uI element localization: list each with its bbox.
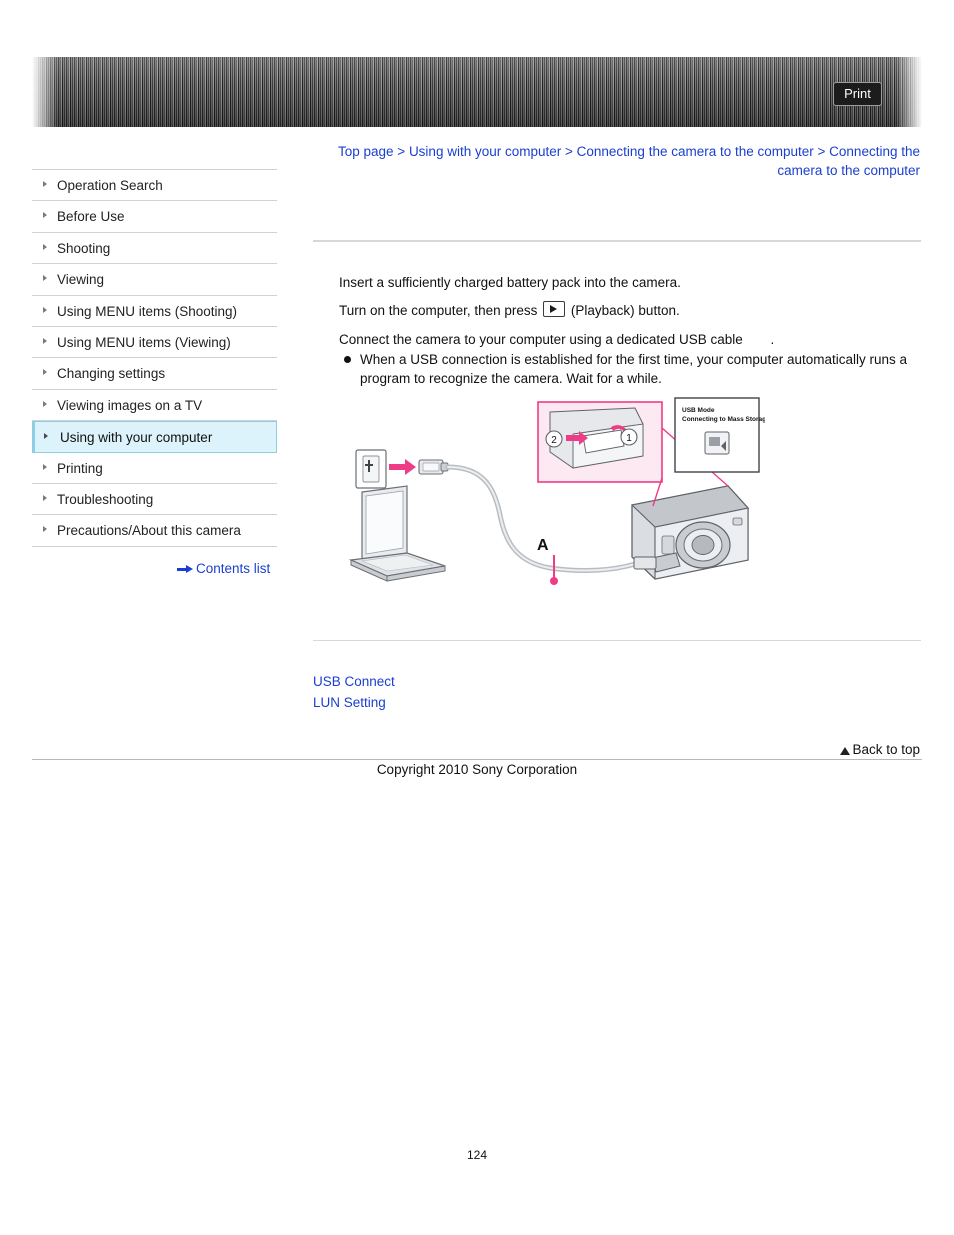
breadcrumb-separator: > xyxy=(393,144,409,159)
chevron-right-icon xyxy=(43,306,47,313)
breadcrumb-separator: > xyxy=(561,144,577,159)
sidebar-item-label: Troubleshooting xyxy=(57,491,154,507)
sidebar-item-label: Using MENU items (Shooting) xyxy=(57,303,238,319)
breadcrumb: Top page > Using with your computer > Co… xyxy=(330,142,920,180)
step-2: Turn on the computer, then press (Playba… xyxy=(339,301,919,320)
callout-a: A xyxy=(537,537,558,585)
chevron-right-icon xyxy=(43,243,47,250)
sidebar-item-viewing[interactable]: Viewing xyxy=(32,264,277,296)
footer-divider xyxy=(32,759,922,760)
sidebar-item-operation-search[interactable]: Operation Search xyxy=(32,170,277,202)
contents-list-label: Contents list xyxy=(196,561,271,576)
sidebar-item-label: Changing settings xyxy=(57,366,166,382)
step-3-text-end: . xyxy=(770,332,775,347)
sidebar-item-label: Viewing xyxy=(57,272,105,288)
step-2-text-after: (Playback) button. xyxy=(570,303,680,318)
sidebar-item-label: Printing xyxy=(57,460,103,476)
sidebar-item-label: Precautions/About this camera xyxy=(57,523,241,539)
banner-left-fade xyxy=(32,57,58,127)
sidebar: Operation Search Before Use Shooting Vie… xyxy=(32,169,277,547)
callout-1-label: 1 xyxy=(626,433,632,444)
triangle-up-icon xyxy=(840,747,851,755)
camera-illustration xyxy=(630,485,750,580)
chevron-right-icon xyxy=(43,212,47,219)
chevron-right-icon xyxy=(43,463,47,470)
sidebar-item-changing-settings[interactable]: Changing settings xyxy=(32,358,277,390)
sidebar-item-using-menu-items-shooting[interactable]: Using MENU items (Shooting) xyxy=(32,296,277,327)
svg-text:A: A xyxy=(537,537,549,554)
sidebar-item-viewing-images-on-a-tv[interactable]: Viewing images on a TV xyxy=(32,390,277,422)
usb-port-detail xyxy=(355,449,449,489)
sidebar-item-label: Viewing images on a TV xyxy=(57,397,203,413)
link-usb-connect[interactable]: USB Connect xyxy=(313,671,395,692)
playback-icon xyxy=(543,301,566,317)
arrow-right-icon xyxy=(177,564,193,574)
sidebar-item-before-use[interactable]: Before Use xyxy=(32,201,277,233)
chevron-right-icon xyxy=(43,181,47,187)
step-3: Connect the camera to your computer usin… xyxy=(339,330,919,388)
link-lun-setting[interactable]: LUN Setting xyxy=(313,692,395,713)
breadcrumb-item-using-with-your-computer[interactable]: Using with your computer xyxy=(409,144,561,159)
sidebar-item-label: Using with your computer xyxy=(60,430,213,446)
chevron-right-icon xyxy=(43,494,47,501)
chevron-right-icon xyxy=(43,275,47,282)
step-2-text-before: Turn on the computer, then press xyxy=(339,303,538,318)
step-3-text: Connect the camera to your computer usin… xyxy=(339,332,743,347)
chevron-right-icon xyxy=(43,369,47,376)
laptop-illustration xyxy=(348,485,446,582)
copyright-text: Copyright 2010 Sony Corporation xyxy=(376,762,578,777)
sidebar-item-printing[interactable]: Printing xyxy=(32,453,277,484)
back-to-top-link[interactable]: Back to top xyxy=(840,742,920,757)
related-links: USB Connect LUN Setting xyxy=(313,671,395,713)
connection-diagram: A 1 2 USB Mode Connecting to Mass Storag xyxy=(335,390,775,605)
bullet-dot-icon xyxy=(344,356,351,363)
usb-mode-title: USB Mode xyxy=(682,407,715,414)
header-banner: Print xyxy=(32,57,922,127)
content-top-divider xyxy=(313,240,921,242)
chevron-right-icon xyxy=(44,433,48,440)
sidebar-item-using-menu-items-viewing[interactable]: Using MENU items (Viewing) xyxy=(32,327,277,359)
sidebar-item-precautions-about-this-camera[interactable]: Precautions/About this camera xyxy=(32,515,277,547)
breadcrumb-separator: > xyxy=(813,144,830,159)
sidebar-item-label: Before Use xyxy=(57,209,125,225)
content-bottom-divider xyxy=(313,640,921,641)
callout-2-label: 2 xyxy=(551,435,557,446)
banner-right-fade xyxy=(896,57,922,127)
back-to-top-label: Back to top xyxy=(852,742,920,757)
breadcrumb-item-connecting-the-camera[interactable]: Connecting the camera to the computer xyxy=(577,144,814,159)
usb-mode-subtitle: Connecting to Mass Storage... xyxy=(682,416,765,423)
sidebar-item-using-with-your-computer[interactable]: Using with your computer xyxy=(32,421,277,453)
chevron-right-icon xyxy=(43,337,47,344)
step-3-note-text: When a USB connection is established for… xyxy=(360,352,908,386)
sidebar-item-shooting[interactable]: Shooting xyxy=(32,233,277,265)
page-number: 124 xyxy=(466,1148,488,1162)
step-3-note: When a USB connection is established for… xyxy=(339,350,919,388)
chevron-right-icon xyxy=(43,400,47,407)
step-1-text: Insert a sufficiently charged battery pa… xyxy=(339,275,681,290)
contents-list-link[interactable]: Contents list xyxy=(177,561,270,576)
sidebar-item-label: Using MENU items (Viewing) xyxy=(57,334,231,350)
print-button[interactable]: Print xyxy=(833,82,882,106)
chevron-right-icon xyxy=(43,526,47,533)
sidebar-item-label: Operation Search xyxy=(57,178,163,193)
usb-mode-screen: USB Mode Connecting to Mass Storage... xyxy=(674,397,775,473)
breadcrumb-item-top-page[interactable]: Top page xyxy=(338,144,394,159)
sidebar-item-label: Shooting xyxy=(57,240,111,256)
step-1: Insert a sufficiently charged battery pa… xyxy=(339,273,919,292)
instruction-steps: Insert a sufficiently charged battery pa… xyxy=(339,273,919,397)
sidebar-item-troubleshooting[interactable]: Troubleshooting xyxy=(32,484,277,516)
